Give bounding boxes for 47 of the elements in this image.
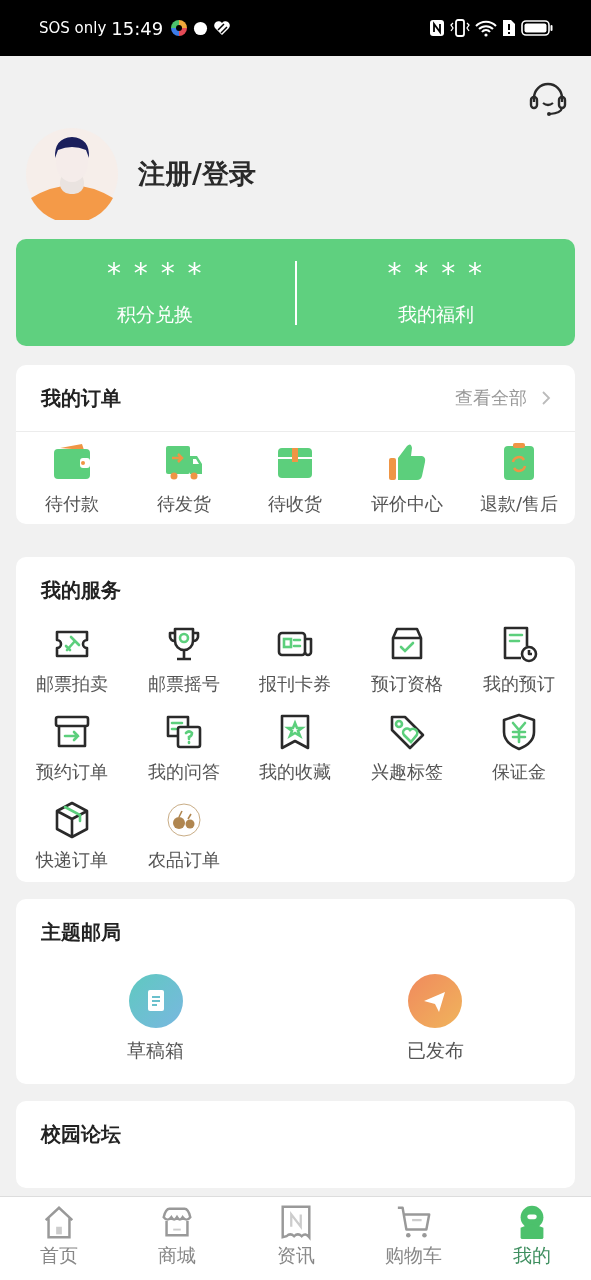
battery-icon — [521, 19, 553, 37]
section-title: 主题邮局 — [40, 919, 122, 946]
tab[interactable]: 资讯 — [236, 1197, 355, 1280]
tab[interactable]: 商城 — [118, 1197, 237, 1280]
vibrate-icon — [450, 19, 470, 37]
theme-label[interactable]: 已发布 — [406, 1038, 464, 1064]
avatar[interactable] — [26, 128, 118, 220]
service-label[interactable]: 保证金 — [492, 760, 547, 784]
nfc-icon — [429, 19, 445, 37]
app-icon — [170, 19, 189, 37]
section-title: 校园论坛 — [39, 1121, 122, 1148]
tab[interactable]: 购物车 — [354, 1197, 473, 1280]
carrier-text: SOS only — [39, 19, 107, 37]
order-status-label[interactable]: 待收货 — [268, 492, 323, 516]
service-label[interactable]: 预订资格 — [371, 672, 444, 696]
service-label[interactable]: 报刊卡券 — [259, 672, 332, 696]
section-title: 我的服务 — [39, 577, 122, 604]
service-label[interactable]: 邮票拍卖 — [35, 672, 108, 696]
stat-value: * * * * — [106, 257, 204, 290]
service-label[interactable]: 预约订单 — [35, 760, 108, 784]
service-label[interactable]: 我的预订 — [483, 672, 556, 696]
service-label[interactable]: 我的收藏 — [259, 760, 332, 784]
theme-label[interactable]: 草稿箱 — [127, 1038, 185, 1064]
service-label[interactable]: 农品订单 — [147, 848, 220, 872]
section-title: 我的订单 — [41, 384, 121, 412]
login-link[interactable]: 注册/登录 — [138, 156, 256, 192]
order-status-label[interactable]: 评价中心 — [371, 492, 444, 516]
clipboard-icon[interactable] — [128, 974, 183, 1028]
tab[interactable]: 我的 — [472, 1197, 591, 1280]
wallet-icon[interactable] — [51, 442, 92, 482]
heart-icon — [213, 20, 232, 36]
tab[interactable]: 首页 — [0, 1197, 119, 1280]
service-label[interactable]: 兴趣标签 — [371, 760, 444, 784]
sim-alert-icon — [502, 19, 516, 37]
order-status-label[interactable]: 待付款 — [44, 492, 99, 516]
service-label[interactable]: 快递订单 — [35, 848, 108, 872]
headset-icon[interactable] — [529, 82, 567, 118]
chevron-right-icon[interactable] — [541, 390, 551, 406]
thumbs-up-icon[interactable] — [387, 442, 428, 482]
order-status-label[interactable]: 待发货 — [156, 492, 211, 516]
service-label[interactable]: 邮票摇号 — [147, 672, 220, 696]
order-status-label[interactable]: 退款/售后 — [480, 492, 559, 516]
service-label[interactable]: 我的问答 — [147, 760, 220, 784]
stat-value: * * * * — [387, 257, 485, 290]
clock: 15:49 — [111, 17, 164, 39]
wifi-icon — [475, 19, 497, 37]
send-icon[interactable] — [408, 974, 463, 1028]
